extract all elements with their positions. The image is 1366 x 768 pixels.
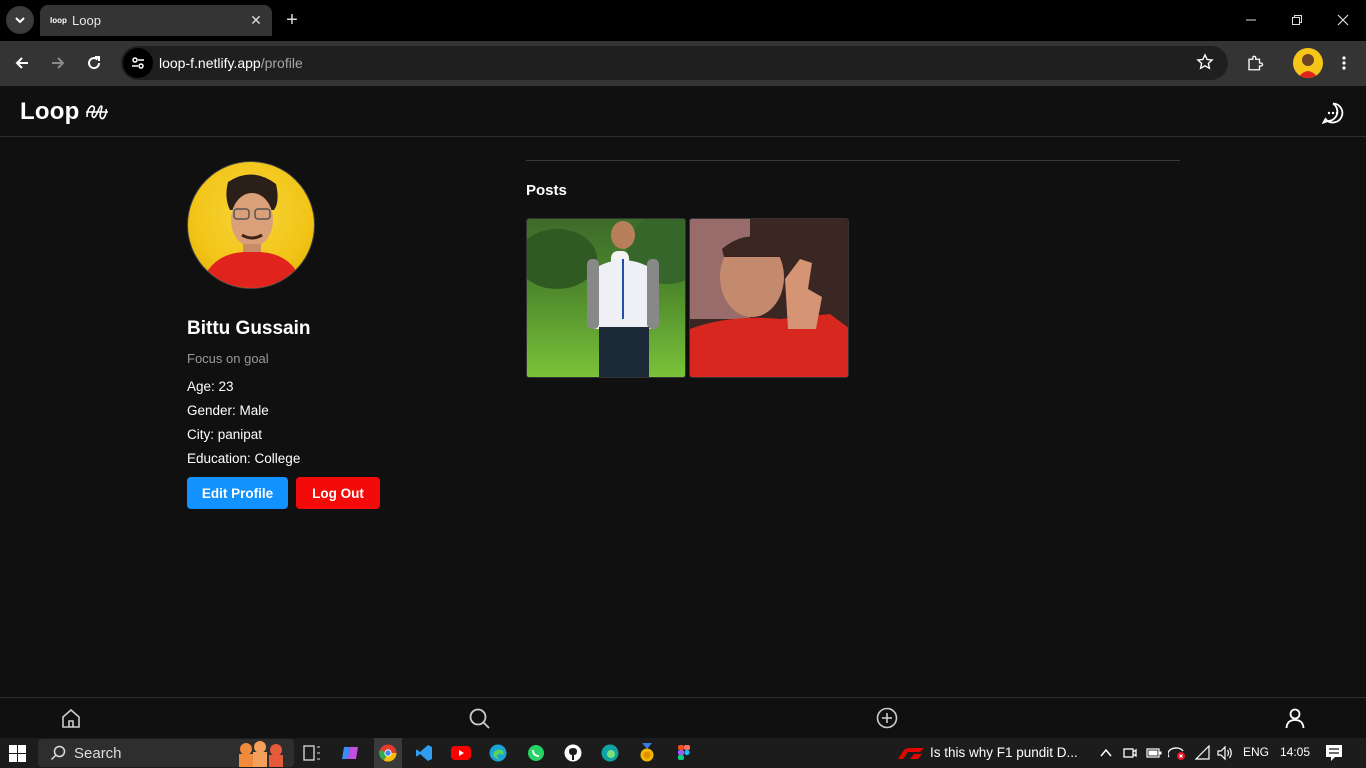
more-vertical-icon: [1342, 56, 1346, 70]
task-view-icon[interactable]: [302, 743, 322, 763]
profile-avatar: [187, 161, 315, 289]
url-host: loop-f.netlify.app: [159, 55, 261, 71]
new-tab-button[interactable]: +: [280, 8, 304, 32]
browser-tab-bar: loop Loop ✕ +: [0, 0, 1366, 41]
figma-icon[interactable]: [674, 743, 694, 763]
volume-icon[interactable]: [1216, 745, 1234, 761]
url-bar[interactable]: loop-f.netlify.app/profile: [121, 46, 1228, 80]
back-button[interactable]: [8, 49, 36, 77]
search-icon[interactable]: [468, 707, 490, 729]
tab-title: Loop: [72, 13, 101, 28]
youtube-icon[interactable]: [451, 743, 471, 763]
tab-search-button[interactable]: [6, 6, 34, 34]
close-icon: [1337, 14, 1349, 26]
bookmark-star-icon[interactable]: [1196, 53, 1214, 71]
avatar-icon: [1298, 54, 1318, 78]
windows-start-icon[interactable]: [9, 745, 26, 762]
notifications-icon[interactable]: [1325, 744, 1343, 762]
chevron-down-icon: [15, 17, 25, 24]
profile-city: City: panipat: [187, 427, 263, 442]
arrow-left-icon: [15, 57, 28, 69]
restore-icon: [1292, 15, 1302, 25]
f1-news-icon[interactable]: [898, 747, 924, 759]
vscode-icon[interactable]: [414, 743, 434, 763]
profile-bio: Focus on goal: [187, 351, 269, 366]
whatsapp-icon[interactable]: [526, 743, 546, 763]
profile-education: Education: College: [187, 451, 301, 466]
search-highlight-icon: [239, 741, 283, 767]
restore-button[interactable]: [1274, 0, 1320, 40]
browser-tab[interactable]: loop Loop ✕: [40, 5, 272, 36]
profile-avatar-button[interactable]: [1293, 48, 1323, 78]
network-error-icon[interactable]: [1168, 745, 1186, 761]
extensions-button[interactable]: [1241, 49, 1269, 77]
post-photo: [690, 219, 848, 377]
clock[interactable]: 14:05: [1280, 745, 1310, 759]
app-logo[interactable]: Loop: [20, 98, 79, 126]
home-icon[interactable]: [60, 707, 82, 729]
app-header: Loop: [0, 86, 1366, 137]
reload-icon: [88, 56, 101, 70]
battery-icon[interactable]: [1146, 747, 1162, 759]
edge-icon[interactable]: [488, 743, 508, 763]
wifi-icon[interactable]: [1195, 745, 1211, 761]
url-path: /profile: [260, 55, 303, 71]
news-ticker[interactable]: Is this why F1 pundit D...: [930, 745, 1078, 760]
loop-logo-icon: [86, 105, 108, 120]
minimize-icon: [1246, 19, 1256, 21]
arrow-right-icon: [52, 57, 65, 69]
edge-dev-icon[interactable]: [600, 743, 620, 763]
windows-taskbar: Search Is this why F1 pundit D... ENG 14…: [0, 738, 1366, 768]
meet-now-icon[interactable]: [1122, 745, 1138, 761]
puzzle-icon: [1248, 55, 1264, 71]
close-tab-icon[interactable]: ✕: [244, 12, 268, 29]
close-window-button[interactable]: [1320, 0, 1366, 40]
browser-menu-button[interactable]: [1330, 49, 1358, 77]
profile-age: Age: 23: [187, 379, 234, 394]
chat-icon[interactable]: [1321, 101, 1345, 125]
github-icon[interactable]: [563, 743, 583, 763]
logout-button[interactable]: Log Out: [296, 477, 380, 509]
language-indicator[interactable]: ENG: [1243, 745, 1269, 759]
chevron-up-icon[interactable]: [1099, 747, 1113, 759]
add-post-icon[interactable]: [876, 707, 898, 729]
edit-profile-button[interactable]: Edit Profile: [187, 477, 288, 509]
forward-button[interactable]: [44, 49, 72, 77]
site-info-button[interactable]: [123, 48, 153, 78]
tab-favicon: loop: [50, 16, 67, 25]
bottom-navigation: [0, 697, 1366, 738]
tune-icon: [132, 57, 144, 69]
address-toolbar: loop-f.netlify.app/profile: [0, 41, 1366, 86]
profile-photo: [200, 174, 304, 288]
post-thumbnail[interactable]: [689, 218, 849, 378]
user-icon[interactable]: [1284, 707, 1306, 729]
url-text: loop-f.netlify.app/profile: [159, 55, 303, 71]
chrome-taskbar-icon[interactable]: [374, 738, 402, 768]
taskbar-search[interactable]: Search: [38, 739, 294, 767]
profile-name: Bittu Gussain: [187, 318, 311, 339]
medal-app-icon[interactable]: [637, 743, 657, 763]
taskbar-search-label: Search: [74, 744, 122, 762]
profile-gender: Gender: Male: [187, 403, 269, 418]
reload-button[interactable]: [80, 49, 108, 77]
post-thumbnail[interactable]: [526, 218, 686, 378]
minimize-button[interactable]: [1228, 0, 1274, 40]
section-divider: [526, 160, 1180, 161]
posts-heading: Posts: [526, 182, 567, 199]
copilot-icon[interactable]: [340, 743, 360, 763]
post-photo: [527, 219, 685, 377]
search-icon: [50, 745, 66, 761]
